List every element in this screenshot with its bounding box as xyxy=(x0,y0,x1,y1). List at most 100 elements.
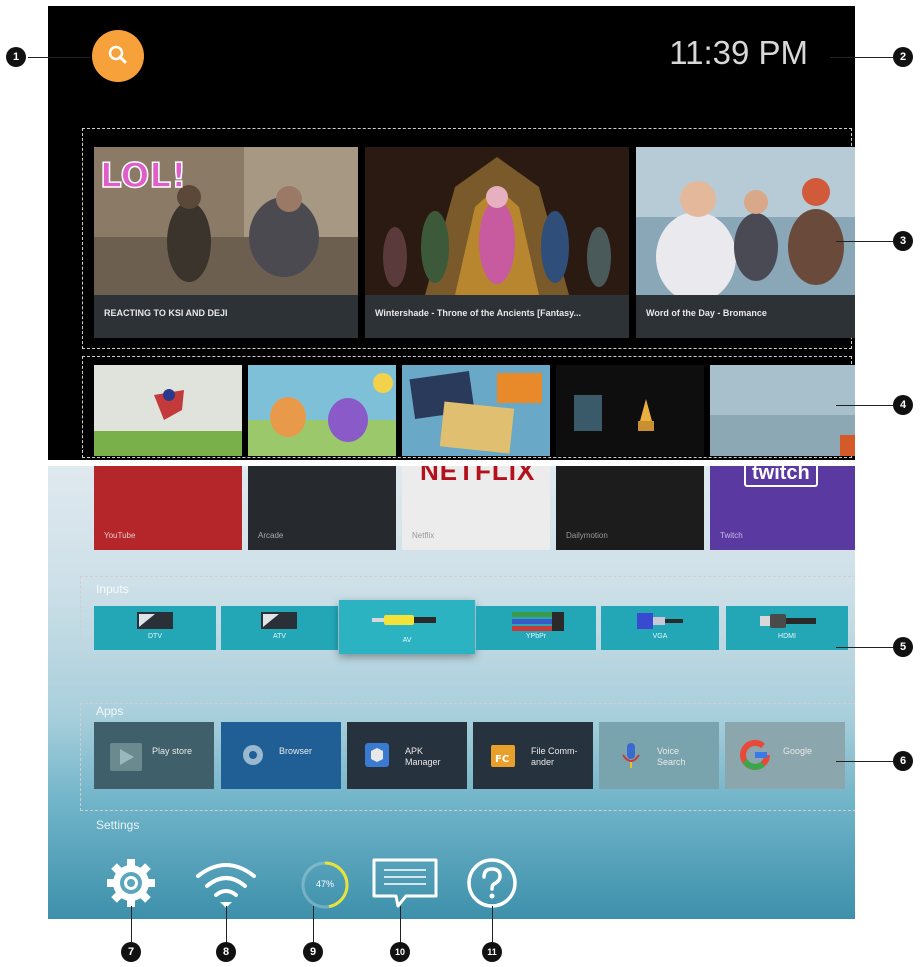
search-icon xyxy=(108,45,127,64)
shelf-app-label: Netflix xyxy=(412,531,435,540)
shelf-app-label: Twitch xyxy=(720,531,743,540)
input-ypbpr[interactable]: YPbPr xyxy=(476,606,596,650)
storage-percent: 47% xyxy=(315,879,334,889)
tv-icon xyxy=(261,612,297,629)
home-screen-top: 11:39 PM LOL! REACTING TO KSI AND DEJI W… xyxy=(48,6,855,460)
shelf-app-label: Arcade xyxy=(258,531,284,540)
content-tile[interactable] xyxy=(94,365,242,456)
shelf-app-tile[interactable]: NETFLIX Netflix xyxy=(402,466,550,550)
app-label: Browser xyxy=(279,746,313,756)
input-label: HDMI xyxy=(778,633,796,640)
home-screen-bottom: YouTube Arcade NETFLIX Netflix Dailymoti… xyxy=(48,466,855,919)
callout-6: 6 xyxy=(893,751,913,771)
callout-2: 2 xyxy=(893,47,913,67)
content-tile[interactable] xyxy=(402,365,550,456)
callout-line xyxy=(836,647,896,648)
video-title: REACTING TO KSI AND DEJI xyxy=(104,308,228,318)
callout-line xyxy=(226,906,227,944)
callout-line xyxy=(313,906,314,944)
input-dtv[interactable]: DTV xyxy=(94,606,216,650)
callout-4: 4 xyxy=(893,395,913,415)
input-label: YPbPr xyxy=(525,633,547,640)
input-label: ATV xyxy=(272,633,287,640)
shelf-app-label: YouTube xyxy=(104,531,136,540)
video-thumbnail: LOL! xyxy=(94,147,358,295)
callout-11: 11 xyxy=(482,942,502,962)
app-apk-manager[interactable]: APK Manager xyxy=(347,722,467,789)
callout-1: 1 xyxy=(6,47,26,67)
video-card[interactable]: Word of the Day - Bromance xyxy=(636,147,855,338)
settings-section-label: Settings xyxy=(96,818,140,832)
app-label: Play store xyxy=(152,746,193,756)
vga-cable-icon xyxy=(637,613,683,629)
input-vga[interactable]: VGA xyxy=(601,606,719,650)
content-tile[interactable] xyxy=(710,365,855,456)
app-label: Voice Search xyxy=(657,746,686,767)
callout-line xyxy=(492,906,493,944)
content-thumbnail xyxy=(248,365,396,456)
callout-line xyxy=(131,906,132,944)
callout-5: 5 xyxy=(893,637,913,657)
content-thumbnail xyxy=(94,365,242,456)
callout-line xyxy=(836,761,896,762)
search-button[interactable] xyxy=(92,30,144,82)
video-title: Word of the Day - Bromance xyxy=(646,308,767,318)
app-browser[interactable]: Browser xyxy=(221,722,341,789)
file-commander-icon: FC xyxy=(491,745,515,767)
microphone-icon xyxy=(622,743,640,768)
gear-icon[interactable] xyxy=(104,856,158,910)
shelf-app-tile[interactable]: YouTube xyxy=(94,466,242,550)
wifi-icon[interactable] xyxy=(194,860,258,910)
input-label: VGA xyxy=(652,633,668,640)
feedback-icon[interactable] xyxy=(370,854,440,910)
shelf-app-tile[interactable]: Arcade xyxy=(248,466,396,550)
app-google[interactable]: Google xyxy=(725,722,845,789)
content-thumbnail xyxy=(402,365,550,456)
app-file-commander[interactable]: FC File Comm- ander xyxy=(473,722,593,789)
callout-line xyxy=(830,57,896,58)
video-title: Wintershade - Throne of the Ancients [Fa… xyxy=(375,308,581,318)
content-tile[interactable] xyxy=(556,365,704,456)
callout-7: 7 xyxy=(121,942,141,962)
apk-manager-icon xyxy=(365,743,389,767)
hdmi-cable-icon xyxy=(760,614,816,628)
twitch-logo: twitch xyxy=(744,466,818,487)
clock: 11:39 PM xyxy=(669,34,808,71)
app-label: File Comm- ander xyxy=(531,746,578,767)
video-card[interactable]: Wintershade - Throne of the Ancients [Fa… xyxy=(365,147,629,338)
callout-3: 3 xyxy=(893,231,913,251)
app-label: Google xyxy=(783,746,813,756)
input-atv[interactable]: ATV xyxy=(221,606,338,650)
play-store-icon xyxy=(110,743,142,771)
input-label: AV xyxy=(402,637,412,644)
input-av[interactable]: AV xyxy=(339,600,475,654)
browser-icon xyxy=(243,745,263,765)
callout-line xyxy=(836,241,896,242)
shelf-app-tile[interactable]: Dailymotion xyxy=(556,466,704,550)
help-icon[interactable] xyxy=(464,855,520,911)
app-play-store[interactable]: Play store xyxy=(94,722,214,789)
shelf-app-tile[interactable]: twitch Twitch xyxy=(710,466,855,550)
input-hdmi[interactable]: HDMI xyxy=(726,606,848,650)
component-cable-icon xyxy=(512,612,564,631)
rca-cable-icon xyxy=(372,615,436,625)
video-card[interactable]: LOL! REACTING TO KSI AND DEJI xyxy=(94,147,358,338)
callout-9: 9 xyxy=(303,942,323,962)
netflix-logo: NETFLIX xyxy=(420,466,536,486)
callout-line xyxy=(836,405,896,406)
content-tile[interactable] xyxy=(248,365,396,456)
input-label: DTV xyxy=(148,633,162,640)
app-label: APK Manager xyxy=(405,746,441,767)
content-thumbnail xyxy=(710,365,855,456)
callout-line xyxy=(28,57,90,58)
svg-text:FC: FC xyxy=(495,754,509,765)
lol-overlay-text: LOL! xyxy=(100,156,187,196)
shelf-app-label: Dailymotion xyxy=(566,531,608,540)
callout-10: 10 xyxy=(390,942,410,962)
video-thumbnail xyxy=(365,147,629,295)
video-thumbnail xyxy=(636,147,855,295)
storage-indicator[interactable]: 47% xyxy=(298,858,352,912)
callout-8: 8 xyxy=(216,942,236,962)
content-thumbnail xyxy=(556,365,704,456)
app-voice-search[interactable]: Voice Search xyxy=(599,722,719,789)
